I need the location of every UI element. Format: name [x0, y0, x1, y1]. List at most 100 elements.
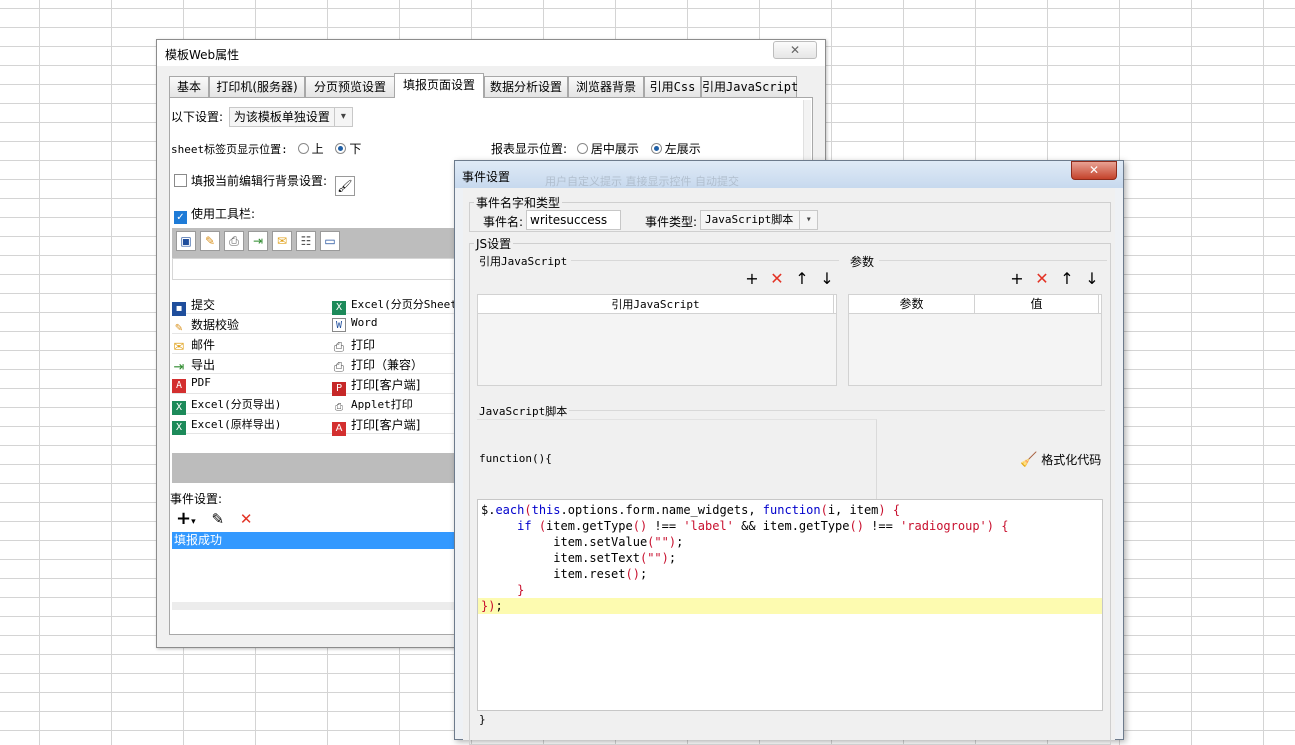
toolbar-item-mail[interactable]: ✉ 邮件 [172, 336, 215, 355]
close-button[interactable]: ✕ [773, 41, 817, 59]
report-position-center-option[interactable]: 居中展示 [576, 142, 639, 156]
row-background-checkbox[interactable] [174, 174, 187, 187]
toolbar-item-print-compat[interactable]: ⎙ 打印（兼容） [332, 356, 423, 375]
tree-icon[interactable]: ☷ [296, 231, 316, 251]
report-position-label: 报表显示位置: [491, 142, 568, 156]
js-script-label: JavaScript脚本 [479, 405, 568, 418]
radio-selected-icon [335, 143, 347, 154]
params-table-header: 参数 值 [849, 295, 1101, 314]
arrow-up-icon[interactable]: ↑ [793, 270, 811, 288]
toolbar-item-print-client[interactable]: P 打印[客户端] [332, 376, 420, 396]
toolbar-item-print[interactable]: ⎙ 打印 [332, 336, 375, 355]
format-code-button[interactable]: 🧹 格式化代码 [1020, 451, 1101, 468]
code-editor[interactable]: $.each(this.options.form.name_widgets, f… [477, 499, 1103, 711]
name-type-group-title: 事件名字和类型 [476, 196, 561, 210]
window-icon[interactable]: ▭ [320, 231, 340, 251]
close-button[interactable]: ✕ [1071, 161, 1117, 180]
sheet-position-label: sheet标签页显示位置: [171, 143, 288, 156]
tab-browser-background[interactable]: 浏览器背景 [568, 76, 644, 98]
radio-icon [297, 143, 309, 154]
toolbar-item-word[interactable]: W Word [332, 316, 378, 332]
horizontal-scrollbar[interactable] [172, 602, 462, 610]
report-position-row: 报表显示位置: 居中展示 左展示 [491, 140, 701, 157]
export-icon[interactable]: ⇥ [248, 231, 268, 251]
settings-scope-value: 为该模板单独设置 [233, 110, 330, 124]
list-item: ▪ 提交 X Excel(分页分Sheet [172, 294, 462, 316]
toolbar-preview: ▣ ✎ ⎙ ⇥ ✉ ☷ ▭ [172, 228, 462, 258]
print-icon[interactable]: ⎙ [224, 231, 244, 251]
tab-printer-server[interactable]: 打印机(服务器) [209, 76, 305, 98]
delete-icon[interactable]: ✕ [240, 510, 253, 528]
row-background-row: 填报当前编辑行背景设置: 🖌 [174, 172, 355, 196]
toolbar-blank-row [172, 258, 462, 280]
mail-icon: ✉ [173, 340, 185, 355]
ref-js-controls: + ✕ ↑ ↓ [743, 270, 839, 288]
add-icon[interactable]: + [176, 508, 191, 529]
tab-page-preview[interactable]: 分页预览设置 [305, 76, 395, 98]
row-background-label: 填报当前编辑行背景设置: [191, 174, 328, 188]
toolbar-item-grid: ▪ 提交 X Excel(分页分Sheet ✎ 数据校验 W Word ✉ 邮件 ⎙ 打印 … [172, 294, 462, 436]
tab-data-analysis[interactable]: 数据分析设置 [484, 76, 568, 98]
code-line-3: item.setValue(""); [481, 535, 684, 549]
excel-icon: X [172, 401, 186, 415]
tab-ref-javascript[interactable]: 引用JavaScript [701, 76, 798, 98]
tab-ref-css[interactable]: 引用Css [644, 76, 701, 98]
toolbar-gray-strip [172, 453, 462, 483]
event-list: 填报成功 [172, 532, 462, 600]
toolbar-item-excel-sheet[interactable]: X Excel(分页分Sheet [332, 296, 457, 315]
validate-icon[interactable]: ✎ [200, 231, 220, 251]
toolbar-item-validate[interactable]: ✎ 数据校验 [172, 316, 239, 336]
toolbar-item-excel-paged[interactable]: X Excel(分页导出) [172, 396, 281, 415]
arrow-down-icon[interactable]: ↓ [1083, 270, 1101, 288]
pdf-icon: A [172, 379, 186, 393]
event-type-select[interactable]: JavaScript脚本 ▾ [700, 210, 819, 230]
event-name-input[interactable]: writesuccess [526, 210, 621, 230]
ref-js-table-header: 引用JavaScript [478, 295, 836, 314]
delete-icon[interactable]: ✕ [1033, 270, 1051, 288]
params-label: 参数 [850, 255, 875, 269]
arrow-up-icon[interactable]: ↑ [1058, 270, 1076, 288]
format-code-label: 格式化代码 [1041, 453, 1102, 467]
use-toolbar-checkbox[interactable]: ✓ [174, 211, 187, 224]
excel-icon: X [332, 301, 346, 315]
dialog-titlebar: 模板Web属性 ✕ [157, 40, 825, 66]
event-item-fill-success[interactable]: 填报成功 [172, 532, 462, 549]
chevron-down-icon: ▾ [333, 108, 352, 126]
event-name-label: 事件名: [483, 215, 524, 229]
toolbar-item-print-client-2[interactable]: A 打印[客户端] [332, 416, 420, 436]
ghost-text: 用户自定义提示 直接显示控件 自动提交 [545, 175, 739, 188]
mail-icon[interactable]: ✉ [272, 231, 292, 251]
toolbar-item-submit[interactable]: ▪ 提交 [172, 296, 215, 316]
event-toolbar: +▾ ✎ ✕ [176, 508, 253, 529]
tab-fill-page[interactable]: 填报页面设置 [394, 73, 484, 98]
excel-icon: X [172, 421, 186, 435]
event-type-label: 事件类型: [645, 215, 698, 229]
sheet-position-down-option[interactable]: 下 [335, 142, 361, 156]
settings-scope-label: 以下设置: [171, 110, 224, 124]
divider [879, 260, 1107, 261]
param-column-header: 参数 [849, 295, 975, 314]
radio-selected-icon [650, 143, 662, 154]
delete-icon[interactable]: ✕ [768, 270, 786, 288]
chevron-down-icon[interactable]: ▾ [191, 517, 196, 527]
add-icon[interactable]: + [1008, 270, 1026, 288]
toolbar-item-excel-original[interactable]: X Excel(原样导出) [172, 416, 281, 435]
toolbar-item-pdf[interactable]: A PDF [172, 376, 211, 393]
toolbar-item-applet-print[interactable]: ⎙ Applet打印 [332, 396, 413, 415]
code-line-2: if (item.getType() !== 'label' && item.g… [517, 519, 1009, 533]
save-icon[interactable]: ▣ [176, 231, 196, 251]
settings-scope-select[interactable]: 为该模板单独设置 ▾ [228, 107, 353, 127]
code-line-5: item.reset(); [481, 567, 648, 581]
settings-scope-row: 以下设置: 为该模板单独设置 ▾ [171, 107, 353, 127]
arrow-down-icon[interactable]: ↓ [818, 270, 836, 288]
code-line-7: }); [478, 598, 1102, 614]
code-line-6: } [517, 583, 525, 597]
edit-icon[interactable]: ✎ [211, 510, 224, 528]
ref-js-table: 引用JavaScript [477, 294, 837, 386]
sheet-position-up-option[interactable]: 上 [297, 142, 324, 156]
paint-bucket-icon[interactable]: 🖌 [334, 176, 355, 196]
tab-basic[interactable]: 基本 [169, 76, 209, 98]
report-position-left-option[interactable]: 左展示 [650, 142, 701, 156]
add-icon[interactable]: + [743, 270, 761, 288]
toolbar-item-export[interactable]: ⇥ 导出 [172, 356, 215, 375]
